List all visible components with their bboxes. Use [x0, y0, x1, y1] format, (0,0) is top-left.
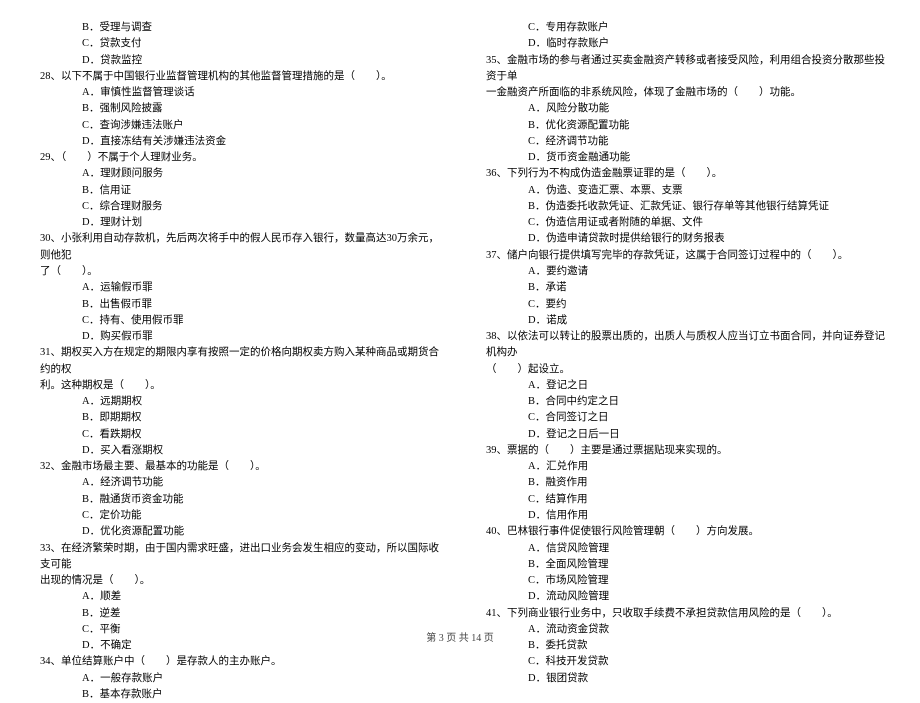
q31-stem: 31、期权买入方在规定的期限内享有按照一定的价格向期权卖方购入某种商品或期货合约… [28, 345, 446, 378]
q37-opt-a: A．要约邀请 [474, 264, 892, 280]
q34-opt-c: C．专用存款账户 [474, 20, 892, 36]
q36-stem: 36、下列行为不构成伪造金融票证罪的是（ ）。 [474, 166, 892, 182]
right-column: C．专用存款账户 D．临时存款账户 35、金融市场的参与者通过买卖金融资产转移或… [474, 20, 892, 703]
q40-opt-b: B．全面风险管理 [474, 557, 892, 573]
q28-opt-d: D．直接冻结有关涉嫌违法资金 [28, 134, 446, 150]
q39-opt-a: A．汇兑作用 [474, 459, 892, 475]
q35-opt-d: D．货币资金融通功能 [474, 150, 892, 166]
q37-opt-b: B．承诺 [474, 280, 892, 296]
q41-opt-d: D．银团贷款 [474, 671, 892, 687]
q33-opt-a: A．顺差 [28, 589, 446, 605]
q35-stem: 35、金融市场的参与者通过买卖金融资产转移或者接受风险，利用组合投资分散那些投资… [474, 53, 892, 86]
q40-opt-d: D．流动风险管理 [474, 589, 892, 605]
q35-opt-b: B．优化资源配置功能 [474, 118, 892, 134]
q34-stem: 34、单位结算账户中（ ）是存款人的主办账户。 [28, 654, 446, 670]
q30-opt-a: A．运输假币罪 [28, 280, 446, 296]
q36-opt-b: B．伪造委托收款凭证、汇款凭证、银行存单等其他银行结算凭证 [474, 199, 892, 215]
q27-opt-c: C．贷款支付 [28, 36, 446, 52]
q40-stem: 40、巴林银行事件促使银行风险管理朝（ ）方向发展。 [474, 524, 892, 540]
q38-opt-c: C．合同签订之日 [474, 410, 892, 426]
q28-opt-c: C．查询涉嫌违法账户 [28, 118, 446, 134]
q36-opt-a: A．伪造、变造汇票、本票、支票 [474, 183, 892, 199]
q40-opt-a: A．信贷风险管理 [474, 541, 892, 557]
q28-opt-b: B．强制风险披露 [28, 101, 446, 117]
q28-opt-a: A．审慎性监督管理谈话 [28, 85, 446, 101]
q38-opt-d: D．登记之日后一日 [474, 427, 892, 443]
q32-opt-d: D．优化资源配置功能 [28, 524, 446, 540]
q39-opt-b: B．融资作用 [474, 475, 892, 491]
q39-opt-c: C．结算作用 [474, 492, 892, 508]
q32-opt-c: C．定价功能 [28, 508, 446, 524]
q38-cont: （ ）起设立。 [474, 362, 892, 378]
page-footer: 第 3 页 共 14 页 [0, 629, 920, 644]
q31-opt-c: C．看跌期权 [28, 427, 446, 443]
q32-stem: 32、金融市场最主要、最基本的功能是（ ）。 [28, 459, 446, 475]
q35-cont: 一金融资产所面临的非系统风险，体现了金融市场的（ ）功能。 [474, 85, 892, 101]
q29-stem: 29、（ ）不属于个人理财业务。 [28, 150, 446, 166]
q29-opt-b: B．信用证 [28, 183, 446, 199]
q37-opt-c: C．要约 [474, 297, 892, 313]
q31-opt-b: B．即期期权 [28, 410, 446, 426]
q41-stem: 41、下列商业银行业务中，只收取手续费不承担贷款信用风险的是（ ）。 [474, 606, 892, 622]
q40-opt-c: C．市场风险管理 [474, 573, 892, 589]
q32-opt-a: A．经济调节功能 [28, 475, 446, 491]
q30-opt-b: B．出售假币罪 [28, 297, 446, 313]
q34-opt-d: D．临时存款账户 [474, 36, 892, 52]
q37-opt-d: D．诺成 [474, 313, 892, 329]
q37-stem: 37、储户向银行提供填写完毕的存款凭证，这属于合同签订过程中的（ ）。 [474, 248, 892, 264]
q30-cont: 了（ ）。 [28, 264, 446, 280]
q33-stem: 33、在经济繁荣时期，由于国内需求旺盛，进出口业务会发生相应的变动，所以国际收支… [28, 541, 446, 574]
left-column: B．受理与调查 C．贷款支付 D．贷款监控 28、以下不属于中国银行业监督管理机… [28, 20, 446, 703]
q31-cont: 利。这种期权是（ ）。 [28, 378, 446, 394]
q32-opt-b: B．融通货币资金功能 [28, 492, 446, 508]
q30-opt-c: C．持有、使用假币罪 [28, 313, 446, 329]
q35-opt-c: C．经济调节功能 [474, 134, 892, 150]
q38-opt-a: A．登记之日 [474, 378, 892, 394]
q33-cont: 出现的情况是（ ）。 [28, 573, 446, 589]
q39-stem: 39、票据的（ ）主要是通过票据贴现来实现的。 [474, 443, 892, 459]
q29-opt-a: A．理财顾问服务 [28, 166, 446, 182]
q30-stem: 30、小张利用自动存款机，先后两次将手中的假人民币存入银行，数量高达30万余元，… [28, 231, 446, 264]
q35-opt-a: A．风险分散功能 [474, 101, 892, 117]
q41-opt-c: C．科技开发贷款 [474, 654, 892, 670]
q33-opt-b: B．逆差 [28, 606, 446, 622]
q36-opt-c: C．伪造信用证或者附随的单据、文件 [474, 215, 892, 231]
q29-opt-c: C．综合理财服务 [28, 199, 446, 215]
q29-opt-d: D．理财计划 [28, 215, 446, 231]
q34-opt-a: A．一般存款账户 [28, 671, 446, 687]
q34-opt-b: B．基本存款账户 [28, 687, 446, 703]
q36-opt-d: D．伪造申请贷款时提供给银行的财务报表 [474, 231, 892, 247]
q31-opt-d: D．买入看涨期权 [28, 443, 446, 459]
q27-opt-d: D．贷款监控 [28, 53, 446, 69]
q39-opt-d: D．信用作用 [474, 508, 892, 524]
q31-opt-a: A．远期期权 [28, 394, 446, 410]
q38-stem: 38、以依法可以转让的股票出质的，出质人与质权人应当订立书面合同，并向证券登记机… [474, 329, 892, 362]
q38-opt-b: B．合同中约定之日 [474, 394, 892, 410]
two-column-layout: B．受理与调查 C．贷款支付 D．贷款监控 28、以下不属于中国银行业监督管理机… [28, 20, 892, 703]
q30-opt-d: D．购买假币罪 [28, 329, 446, 345]
q27-opt-b: B．受理与调查 [28, 20, 446, 36]
q28-stem: 28、以下不属于中国银行业监督管理机构的其他监督管理措施的是（ ）。 [28, 69, 446, 85]
